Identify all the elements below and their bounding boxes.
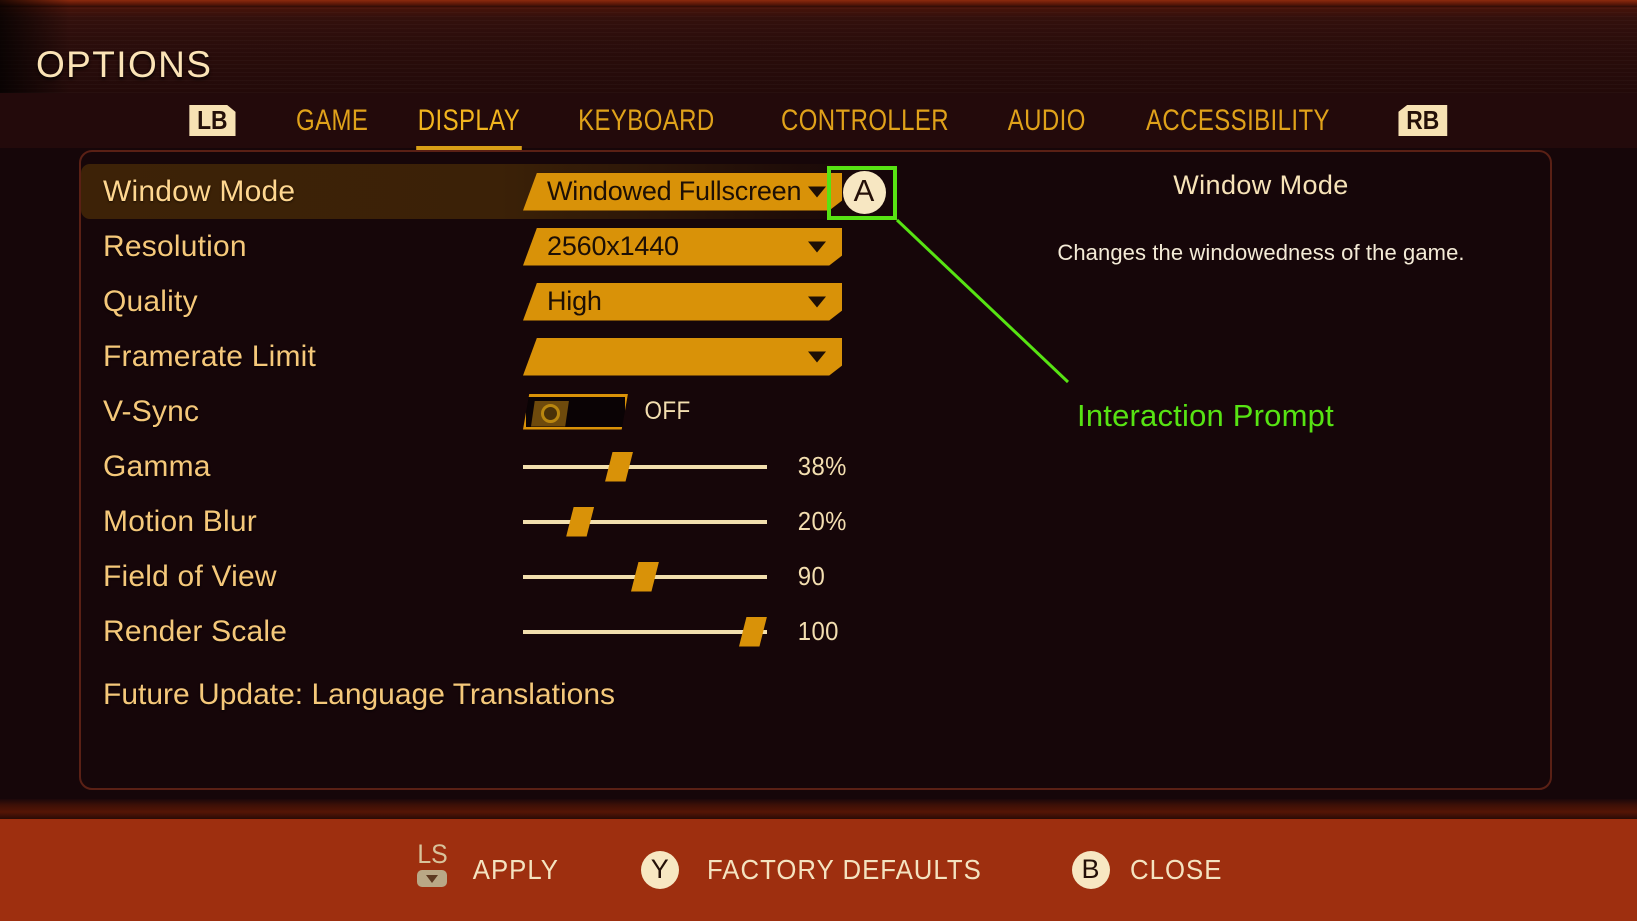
slider[interactable] <box>523 561 767 592</box>
future-update-note: Future Update: Language Translations <box>103 678 616 711</box>
setting-control: 38% <box>523 451 853 482</box>
action-apply[interactable]: LS APPLY <box>411 841 563 899</box>
setting-label: Framerate Limit <box>103 339 317 373</box>
left-stick-icon: LS <box>411 841 453 899</box>
down-arrow-icon <box>426 874 439 883</box>
annotation-label: Interaction Prompt <box>1077 398 1334 433</box>
page-title: OPTIONS <box>36 44 213 85</box>
header-band: OPTIONS <box>0 0 1637 93</box>
dropdown-select[interactable]: High <box>523 282 842 321</box>
setting-row[interactable]: Field of View 90 <box>81 549 1550 604</box>
slider-handle[interactable] <box>566 506 595 537</box>
setting-control: Windowed Fullscreen <box>523 172 853 211</box>
slider-value: 38% <box>797 451 847 481</box>
tab-bar: LB GAME DISPLAY KEYBOARD CONTROLLER AUDIO ACC… <box>0 93 1637 150</box>
dropdown-value: 2560x1440 <box>547 231 679 261</box>
setting-control: 90 <box>523 561 853 592</box>
slider-handle[interactable] <box>739 616 767 647</box>
bottom-action-bar: LS APPLY Y FACTORY DEFAULTS B CLOSE <box>0 819 1637 921</box>
description-body: Changes the windowedness of the game. <box>1057 240 1465 265</box>
slider-group: 100 <box>523 616 865 647</box>
dropdown-select[interactable] <box>523 337 842 376</box>
action-label: CLOSE <box>1129 854 1222 885</box>
slider[interactable] <box>523 451 767 482</box>
toggle-knob-dot-icon <box>540 404 560 423</box>
slider[interactable] <box>523 616 767 647</box>
right-bumper-icon[interactable]: RB <box>1398 105 1448 136</box>
setting-row[interactable]: Motion Blur 20% <box>81 494 1550 549</box>
slider-track <box>523 519 767 524</box>
setting-control: 20% <box>523 506 853 537</box>
tab-display[interactable]: DISPLAY <box>407 104 532 150</box>
setting-row[interactable]: Window Mode Windowed Fullscreen A <box>81 164 887 219</box>
header-top-accent-line <box>0 0 1637 7</box>
tab-keyboard[interactable]: KEYBOARD <box>567 104 726 138</box>
setting-control: High <box>523 282 853 321</box>
a-button-letter: A <box>853 172 875 208</box>
setting-control <box>523 337 853 376</box>
a-button-icon[interactable]: A <box>842 170 886 214</box>
y-button-icon[interactable]: Y <box>640 851 679 889</box>
setting-row[interactable]: Gamma 38% <box>81 439 1550 494</box>
slider-track <box>523 464 767 469</box>
slider-value: 100 <box>797 616 839 646</box>
toggle-state-label: OFF <box>644 397 691 425</box>
slider-group: 90 <box>523 561 865 592</box>
y-button-letter: Y <box>650 853 669 884</box>
description-panel: Window Mode Changes the windowedness of … <box>981 170 1541 266</box>
setting-label: Render Scale <box>103 614 288 648</box>
setting-label: Window Mode <box>103 174 296 208</box>
dropdown-select[interactable]: Windowed Fullscreen <box>523 172 842 211</box>
setting-row[interactable]: Framerate Limit <box>81 329 1550 384</box>
slider-value: 90 <box>797 561 826 591</box>
action-label: FACTORY DEFAULTS <box>706 854 982 885</box>
chevron-down-icon <box>808 186 826 197</box>
setting-label: Gamma <box>103 449 211 483</box>
dropdown-value: Windowed Fullscreen <box>547 176 802 206</box>
action-close[interactable]: B CLOSE <box>1071 851 1226 889</box>
options-screen: OPTIONS LB GAME DISPLAY KEYBOARD CONTROLLER… <box>0 0 1637 921</box>
slider-group: 38% <box>523 451 865 482</box>
setting-label: Resolution <box>103 229 247 263</box>
slider-handle[interactable] <box>631 561 659 592</box>
setting-row[interactable]: Render Scale 100 <box>81 604 1550 659</box>
slider[interactable] <box>523 506 767 537</box>
action-factory-defaults[interactable]: Y FACTORY DEFAULTS <box>640 851 994 889</box>
slider-track <box>523 629 767 634</box>
tab-game[interactable]: GAME <box>285 104 380 138</box>
description-title: Window Mode <box>1173 170 1349 200</box>
left-stick-base-icon <box>417 870 448 887</box>
bottom-separator <box>0 799 1637 819</box>
tab-accessibility[interactable]: ACCESSIBILITY <box>1135 104 1341 138</box>
setting-label: Quality <box>103 284 198 318</box>
b-button-letter: B <box>1081 853 1100 884</box>
setting-label: Field of View <box>103 559 277 593</box>
chevron-down-icon <box>808 351 826 362</box>
slider-value: 20% <box>797 506 847 536</box>
action-label: APPLY <box>472 854 560 885</box>
toggle-knob <box>531 400 569 427</box>
options-panel: Window Mode Windowed Fullscreen A Resolutio… <box>79 150 1552 790</box>
setting-row[interactable]: Quality High <box>81 274 1550 329</box>
setting-label: V-Sync <box>103 394 200 428</box>
left-stick-label: LS <box>416 839 448 869</box>
chevron-down-icon <box>808 241 826 252</box>
toggle-group: OFF <box>523 393 693 430</box>
slider-group: 20% <box>523 506 865 537</box>
setting-control: 100 <box>523 616 853 647</box>
setting-label: Motion Blur <box>103 504 257 538</box>
dropdown-select[interactable]: 2560x1440 <box>523 227 842 266</box>
setting-control: OFF <box>523 393 853 430</box>
interaction-prompt[interactable]: A <box>829 166 899 218</box>
tab-audio[interactable]: AUDIO <box>996 104 1096 138</box>
b-button-icon[interactable]: B <box>1071 851 1110 889</box>
toggle-switch[interactable] <box>523 393 628 430</box>
dropdown-value: High <box>547 286 602 316</box>
left-bumper-icon[interactable]: LB <box>189 105 236 136</box>
setting-control: 2560x1440 <box>523 227 853 266</box>
tab-controller[interactable]: CONTROLLER <box>770 104 960 138</box>
chevron-down-icon <box>808 296 826 307</box>
slider-handle[interactable] <box>605 451 634 482</box>
